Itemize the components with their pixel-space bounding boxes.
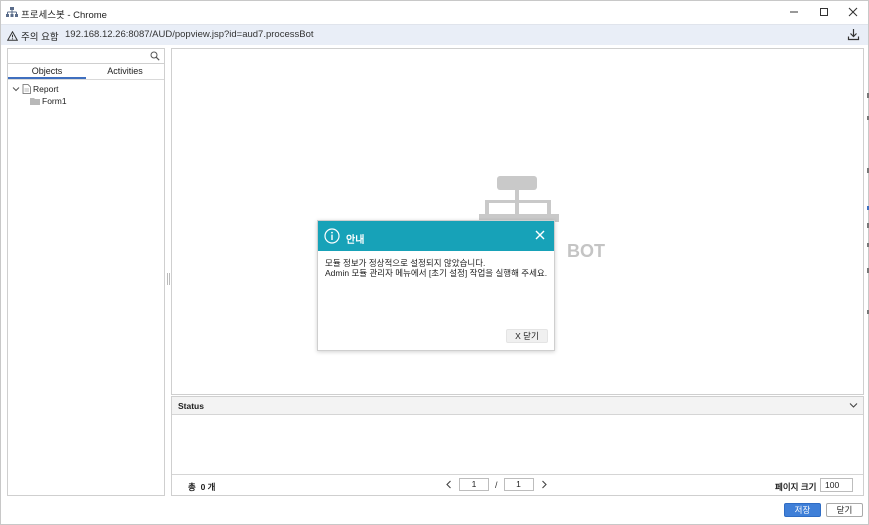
dialog-message-line1: 모듈 정보가 정상적으로 설정되지 않았습니다. bbox=[325, 258, 486, 268]
app-network-icon bbox=[6, 7, 18, 17]
chevron-left-icon[interactable] bbox=[445, 480, 453, 489]
address-bar: 주의 요함 192.168.12.26:8087/AUD/popview.jsp… bbox=[1, 24, 868, 45]
tree-item-label: Report bbox=[33, 84, 59, 94]
sidebar-tabs: Objects Activities bbox=[8, 65, 164, 79]
close-button[interactable]: 닫기 bbox=[826, 503, 863, 517]
dialog-message: 모듈 정보가 정상적으로 설정되지 않았습니다. Admin 모듈 관리자 메뉴… bbox=[325, 258, 547, 278]
close-icon[interactable] bbox=[534, 229, 546, 241]
pager: 1 / 1 bbox=[445, 478, 548, 491]
tree-item-form1[interactable]: Form1 bbox=[12, 95, 67, 107]
security-label: 주의 요함 bbox=[21, 32, 59, 43]
chevron-right-icon[interactable] bbox=[540, 480, 548, 489]
dialog-title: 안내 bbox=[346, 235, 365, 246]
tab-objects[interactable]: Objects bbox=[8, 65, 86, 79]
chevron-down-icon[interactable] bbox=[12, 85, 20, 93]
total-label: 총 bbox=[188, 482, 196, 492]
chevron-down-icon[interactable] bbox=[849, 402, 858, 409]
url-field[interactable]: 192.168.12.26:8087/AUD/popview.jsp?id=au… bbox=[65, 29, 314, 40]
tabs-divider bbox=[8, 79, 164, 80]
window-close-button[interactable] bbox=[838, 3, 868, 21]
folder-icon bbox=[30, 98, 40, 105]
current-page-input[interactable]: 1 bbox=[459, 478, 489, 491]
tab-activities[interactable]: Activities bbox=[86, 65, 164, 79]
page-size-input[interactable]: 100 bbox=[820, 478, 853, 492]
browser-window: 프로세스봇 - Chrome 주의 요함 192.168.12.26:8087/… bbox=[0, 0, 869, 525]
status-header[interactable]: Status bbox=[172, 397, 863, 415]
download-icon[interactable] bbox=[847, 28, 860, 41]
window-title: 프로세스봇 - Chrome bbox=[21, 10, 107, 21]
tree-item-report[interactable]: Report bbox=[12, 83, 67, 95]
total-pages-field: 1 bbox=[503, 478, 534, 491]
objects-sidebar: Objects Activities Report Form1 bbox=[7, 48, 165, 496]
watermark-text: BOT bbox=[567, 241, 605, 261]
status-panel: Status 총 0 개 1 / 1 페이지 크기 100 bbox=[171, 396, 864, 496]
total-count: 총 0 개 bbox=[188, 481, 216, 493]
dialog-header: 안내 bbox=[318, 221, 554, 251]
title-bar: 프로세스봇 - Chrome bbox=[1, 1, 868, 24]
maximize-icon bbox=[820, 8, 828, 16]
minimize-icon bbox=[790, 11, 798, 13]
close-icon bbox=[848, 7, 858, 17]
status-footer: 총 0 개 1 / 1 페이지 크기 100 bbox=[172, 474, 863, 495]
maximize-button[interactable] bbox=[809, 3, 839, 21]
object-tree: Report Form1 bbox=[12, 83, 67, 107]
total-unit: 개 bbox=[207, 482, 216, 492]
warning-icon bbox=[7, 31, 18, 41]
dialog-close-button[interactable]: X 닫기 bbox=[506, 329, 548, 343]
page-size-label: 페이지 크기 bbox=[775, 482, 817, 492]
panel-splitter[interactable] bbox=[167, 273, 170, 285]
status-title: Status bbox=[178, 401, 204, 411]
minimize-button[interactable] bbox=[779, 3, 809, 21]
tree-item-label: Form1 bbox=[42, 96, 67, 106]
notice-dialog: 안내 모듈 정보가 정상적으로 설정되지 않았습니다. Admin 모듈 관리자… bbox=[317, 220, 555, 351]
security-indicator[interactable]: 주의 요함 bbox=[7, 29, 59, 43]
dialog-message-line2: Admin 모듈 관리자 메뉴에서 [초기 설정] 작업을 실행해 주세요. bbox=[325, 268, 548, 278]
sidebar-search-input[interactable] bbox=[8, 49, 164, 64]
search-icon[interactable] bbox=[150, 51, 160, 61]
info-icon bbox=[324, 228, 340, 244]
page-separator: / bbox=[495, 479, 498, 490]
processbot-logo-icon bbox=[479, 176, 559, 222]
total-value: 0 bbox=[200, 482, 206, 492]
save-button[interactable]: 저장 bbox=[784, 503, 821, 517]
document-icon bbox=[22, 84, 31, 94]
